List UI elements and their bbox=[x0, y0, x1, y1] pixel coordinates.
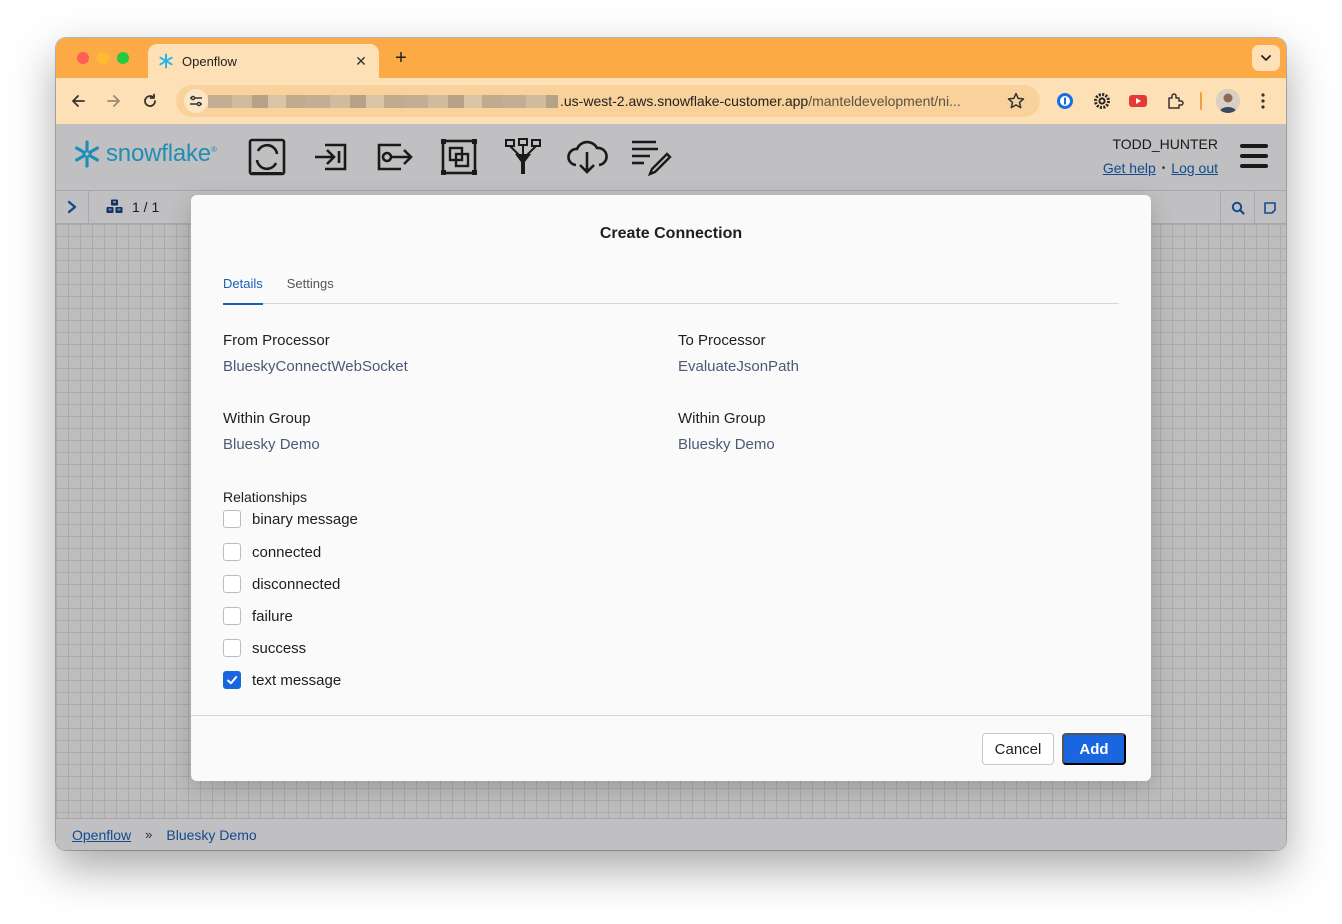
tab-settings[interactable]: Settings bbox=[287, 267, 334, 304]
from-processor-value: BlueskyConnectWebSocket bbox=[223, 358, 408, 375]
to-group-label: Within Group bbox=[678, 410, 766, 427]
blurred-url-segment bbox=[208, 95, 558, 108]
reload-button[interactable] bbox=[138, 89, 162, 113]
checkbox-checked[interactable] bbox=[223, 671, 241, 689]
bookmark-star-icon[interactable] bbox=[1006, 91, 1026, 116]
toolbar-separator bbox=[1200, 92, 1202, 110]
password-manager-extension-icon[interactable] bbox=[1054, 90, 1076, 112]
extensions-puzzle-icon[interactable] bbox=[1164, 90, 1186, 112]
reload-icon bbox=[144, 93, 156, 107]
dialog-tabs: Details Settings bbox=[223, 267, 1119, 305]
cancel-button[interactable]: Cancel bbox=[982, 733, 1054, 765]
tab-title: Openflow bbox=[182, 53, 237, 69]
add-button[interactable]: Add bbox=[1062, 733, 1126, 765]
profile-avatar[interactable] bbox=[1216, 89, 1240, 113]
relationship-success[interactable]: success bbox=[223, 638, 306, 658]
create-connection-dialog: Create Connection Details Settings From … bbox=[191, 195, 1151, 781]
gear-extension-icon[interactable] bbox=[1091, 90, 1113, 112]
checkbox[interactable] bbox=[223, 575, 241, 593]
to-processor-value: EvaluateJsonPath bbox=[678, 358, 799, 375]
chevron-down-icon bbox=[1261, 55, 1271, 61]
from-group-field: Within Group Bluesky Demo bbox=[223, 410, 320, 453]
relationship-binary-message[interactable]: binary message bbox=[223, 509, 358, 529]
new-tab-button[interactable]: + bbox=[390, 47, 412, 69]
to-processor-label: To Processor bbox=[678, 332, 766, 349]
to-group-value: Bluesky Demo bbox=[678, 436, 775, 453]
arrow-right-icon bbox=[107, 95, 120, 107]
browser-menu-icon[interactable] bbox=[1252, 90, 1274, 112]
from-processor-field: From Processor BlueskyConnectWebSocket bbox=[223, 332, 408, 375]
tab-close-icon[interactable]: ✕ bbox=[353, 53, 369, 70]
forward-button[interactable] bbox=[102, 89, 126, 113]
relationship-disconnected[interactable]: disconnected bbox=[223, 574, 340, 594]
browser-tab[interactable]: Openflow ✕ bbox=[148, 44, 379, 78]
checkbox[interactable] bbox=[223, 510, 241, 528]
back-button[interactable] bbox=[66, 89, 90, 113]
checkbox[interactable] bbox=[223, 543, 241, 561]
site-settings-icon[interactable] bbox=[184, 89, 208, 113]
relationship-connected[interactable]: connected bbox=[223, 542, 321, 562]
relationship-failure[interactable]: failure bbox=[223, 606, 293, 626]
from-group-value: Bluesky Demo bbox=[223, 436, 320, 453]
from-group-label: Within Group bbox=[223, 410, 311, 427]
tab-search-button[interactable] bbox=[1252, 45, 1280, 71]
to-processor-field: To Processor EvaluateJsonPath bbox=[678, 332, 799, 375]
browser-toolbar: .us-west-2.aws.snowflake-customer.app/ma… bbox=[56, 78, 1286, 124]
maximize-window-button[interactable] bbox=[117, 52, 129, 64]
checkbox[interactable] bbox=[223, 639, 241, 657]
checkbox[interactable] bbox=[223, 607, 241, 625]
video-extension-icon[interactable] bbox=[1127, 90, 1149, 112]
browser-tab-bar: Openflow ✕ + bbox=[56, 38, 1286, 78]
snowflake-favicon-icon bbox=[158, 53, 174, 69]
address-bar[interactable]: .us-west-2.aws.snowflake-customer.app/ma… bbox=[176, 85, 1040, 117]
browser-window: Openflow ✕ + .us-west-2.aws.snowflake-cu… bbox=[56, 38, 1286, 850]
checkmark-icon bbox=[227, 676, 238, 685]
tab-details[interactable]: Details bbox=[223, 267, 263, 305]
from-processor-label: From Processor bbox=[223, 332, 330, 349]
to-group-field: Within Group Bluesky Demo bbox=[678, 410, 775, 453]
minimize-window-button[interactable] bbox=[97, 52, 109, 64]
dialog-footer: Cancel Add bbox=[191, 715, 1151, 781]
relationship-text-message[interactable]: text message bbox=[223, 670, 341, 690]
relationships-label: Relationships bbox=[223, 489, 308, 505]
arrow-left-icon bbox=[72, 95, 85, 107]
url-text: .us-west-2.aws.snowflake-customer.app/ma… bbox=[560, 93, 961, 109]
dialog-title: Create Connection bbox=[599, 225, 743, 242]
close-window-button[interactable] bbox=[77, 52, 89, 64]
openflow-page: snowflake ® TODD_HUNTER Get help • Log o… bbox=[56, 124, 1286, 850]
